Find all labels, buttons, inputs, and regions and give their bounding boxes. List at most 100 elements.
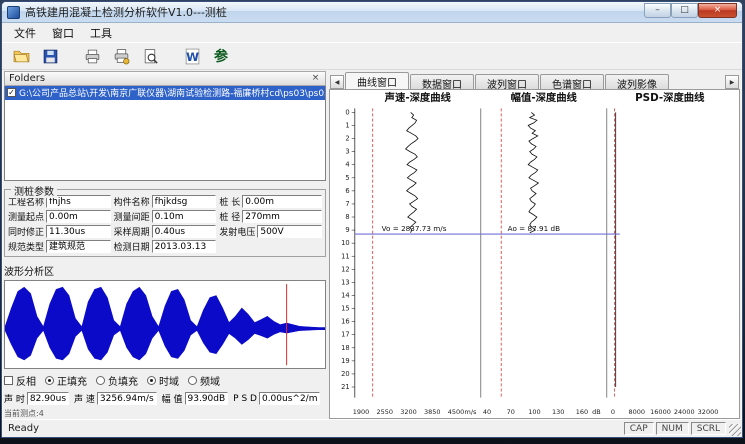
freq-domain-control[interactable]: 频域	[188, 373, 220, 388]
param-label: 测量间距	[114, 210, 150, 223]
status-bar: Ready CAPNUMSCRL	[2, 419, 742, 437]
param-label: 构件名称	[114, 195, 150, 208]
param-value[interactable]: 建筑规范	[46, 240, 111, 253]
menu-item[interactable]: 工具	[82, 24, 120, 42]
print-preview-icon	[142, 48, 159, 65]
desktop: 高铁建用混凝土检测分析软件V1.0---测桩 – □ × 文件窗口工具	[0, 0, 745, 444]
param-field: 测量起点0.00m	[8, 210, 111, 223]
save-icon	[42, 48, 59, 65]
pile-params-group: 测桩参数 工程名称fhjhs构件名称fhjkdsg桩 长0.00m测量起点0.0…	[4, 189, 326, 257]
maximize-button[interactable]: □	[671, 3, 698, 18]
minimize-button[interactable]: –	[644, 3, 671, 18]
readout: 声 时82.90us	[4, 392, 69, 405]
panel-title: 幅值-深度曲线	[511, 91, 578, 104]
param-value[interactable]: 0.00m	[242, 195, 322, 208]
menu-bar: 文件窗口工具	[2, 23, 742, 42]
param-value[interactable]: 11.30us	[46, 225, 111, 238]
params-grid: 工程名称fhjhs构件名称fhjkdsg桩 长0.00m测量起点0.00m测量间…	[8, 195, 322, 253]
param-value[interactable]: 0.40us	[152, 225, 217, 238]
tab-scroll-right[interactable]: ▶	[725, 75, 739, 89]
readout: 幅 值93.90dB	[162, 392, 229, 405]
fill-negative-radio[interactable]	[96, 376, 105, 385]
folders-pane-header[interactable]: Folders ×	[4, 71, 326, 86]
depth-tick-label: 18	[341, 344, 350, 352]
window-title: 高铁建用混凝土检测分析软件V1.0---测桩	[25, 4, 227, 20]
depth-tick-label: 8	[345, 213, 349, 221]
item-label: G:\公司产品总站\开发\南京广联仪器\湖南试验检测路-福廉桥村cd\ps03\…	[19, 86, 325, 99]
tab[interactable]: 波列影像	[605, 74, 669, 89]
close-button[interactable]: ×	[698, 3, 737, 18]
readouts-row: 声 时82.90us声 速3256.94m/s幅 值93.90dBP S D0.…	[4, 392, 326, 405]
readout-value[interactable]: 82.90us	[27, 392, 69, 405]
tab[interactable]: 数据窗口	[410, 74, 474, 89]
x-unit-label: m/s	[465, 408, 478, 416]
parameter-button[interactable]: 参	[210, 45, 232, 67]
x-tick-label: 70	[507, 408, 515, 416]
time-domain-radio[interactable]	[147, 376, 156, 385]
readout-value[interactable]: 0.00us^2/m	[259, 392, 321, 405]
tab[interactable]: 曲线窗口	[345, 72, 409, 89]
param-value[interactable]: 0.10m	[152, 210, 217, 223]
fill-negative-control[interactable]: 负填充	[96, 373, 138, 388]
x-tick-label: 4500	[448, 408, 465, 416]
folders-list[interactable]: ✓G:\公司产品总站\开发\南京广联仪器\湖南试验检测路-福廉桥村cd\ps03…	[4, 86, 326, 181]
param-label: 桩 径	[219, 210, 240, 223]
depth-tick-label: 19	[341, 357, 350, 365]
param-value[interactable]: 270mm	[242, 210, 322, 223]
param-value[interactable]: fhjkdsg	[152, 195, 217, 208]
tab-scroll-left[interactable]: ◀	[330, 75, 344, 89]
app-icon	[7, 6, 20, 19]
menu-item[interactable]: 窗口	[44, 24, 82, 42]
time-domain-control[interactable]: 时域	[147, 373, 179, 388]
readout-label: 幅 值	[162, 392, 183, 405]
print-preview-button[interactable]	[139, 45, 161, 67]
save-button[interactable]	[39, 45, 61, 67]
x-tick-label: 130	[552, 408, 564, 416]
resize-grip[interactable]	[729, 424, 741, 436]
invert-checkbox[interactable]	[4, 376, 13, 385]
word-export-button[interactable]: W	[181, 45, 203, 67]
tab[interactable]: 色谱窗口	[540, 74, 604, 89]
x-tick-label: 160	[576, 408, 588, 416]
freq-domain-radio[interactable]	[188, 376, 197, 385]
status-flag: SCRL	[691, 422, 726, 435]
depth-tick-label: 3	[345, 148, 349, 156]
depth-tick-label: 15	[341, 305, 350, 313]
depth-tick-label: 2	[345, 135, 349, 143]
print-setup-button[interactable]	[110, 45, 132, 67]
depth-tick-label: 5	[345, 174, 349, 182]
curves-chart-area[interactable]: 0123456789101112131415161718192021声速-深度曲…	[329, 89, 740, 419]
fill-positive-control[interactable]: 正填充	[45, 373, 87, 388]
item-checkbox[interactable]: ✓	[7, 88, 16, 97]
depth-tick-label: 11	[341, 252, 350, 260]
readout-value[interactable]: 3256.94m/s	[97, 392, 157, 405]
readout-value[interactable]: 93.90dB	[185, 392, 229, 405]
curve-annotation: Vo = 2837.73 m/s	[382, 224, 447, 233]
folders-close-icon[interactable]: ×	[310, 73, 321, 83]
folder-list-item[interactable]: ✓G:\公司产品总站\开发\南京广联仪器\湖南试验检测路-福廉桥村cd\ps03…	[5, 86, 325, 100]
depth-tick-label: 13	[341, 278, 350, 286]
invert-control[interactable]: 反相	[4, 373, 36, 388]
menu-item[interactable]: 文件	[6, 24, 44, 42]
param-label: 同时修正	[8, 225, 44, 238]
waveform-box[interactable]	[4, 280, 326, 369]
param-label: 发射电压	[219, 225, 255, 238]
print-button[interactable]	[81, 45, 103, 67]
title-bar[interactable]: 高铁建用混凝土检测分析软件V1.0---测桩 – □ ×	[2, 2, 742, 23]
param-value[interactable]: 500V	[257, 225, 322, 238]
right-panel: ◀ 曲线窗口数据窗口波列窗口色谱窗口波列影像▶ 0123456789101112…	[329, 71, 740, 419]
time-domain-label: 时域	[159, 373, 179, 388]
param-label: 采样周期	[114, 225, 150, 238]
tab[interactable]: 波列窗口	[475, 74, 539, 89]
x-tick-label: 8000	[628, 408, 645, 416]
param-value[interactable]: 0.00m	[46, 210, 111, 223]
depth-tick-label: 17	[341, 331, 350, 339]
fill-positive-radio[interactable]	[45, 376, 54, 385]
waveform-controls: 反相 正填充 负填充 时域	[4, 373, 326, 388]
depth-tick-label: 14	[341, 292, 350, 300]
param-label: 测量起点	[8, 210, 44, 223]
param-value[interactable]: 2013.03.13	[152, 240, 217, 253]
open-folder-button[interactable]	[10, 45, 32, 67]
depth-curve	[528, 112, 538, 232]
x-tick-label: 3200	[400, 408, 417, 416]
